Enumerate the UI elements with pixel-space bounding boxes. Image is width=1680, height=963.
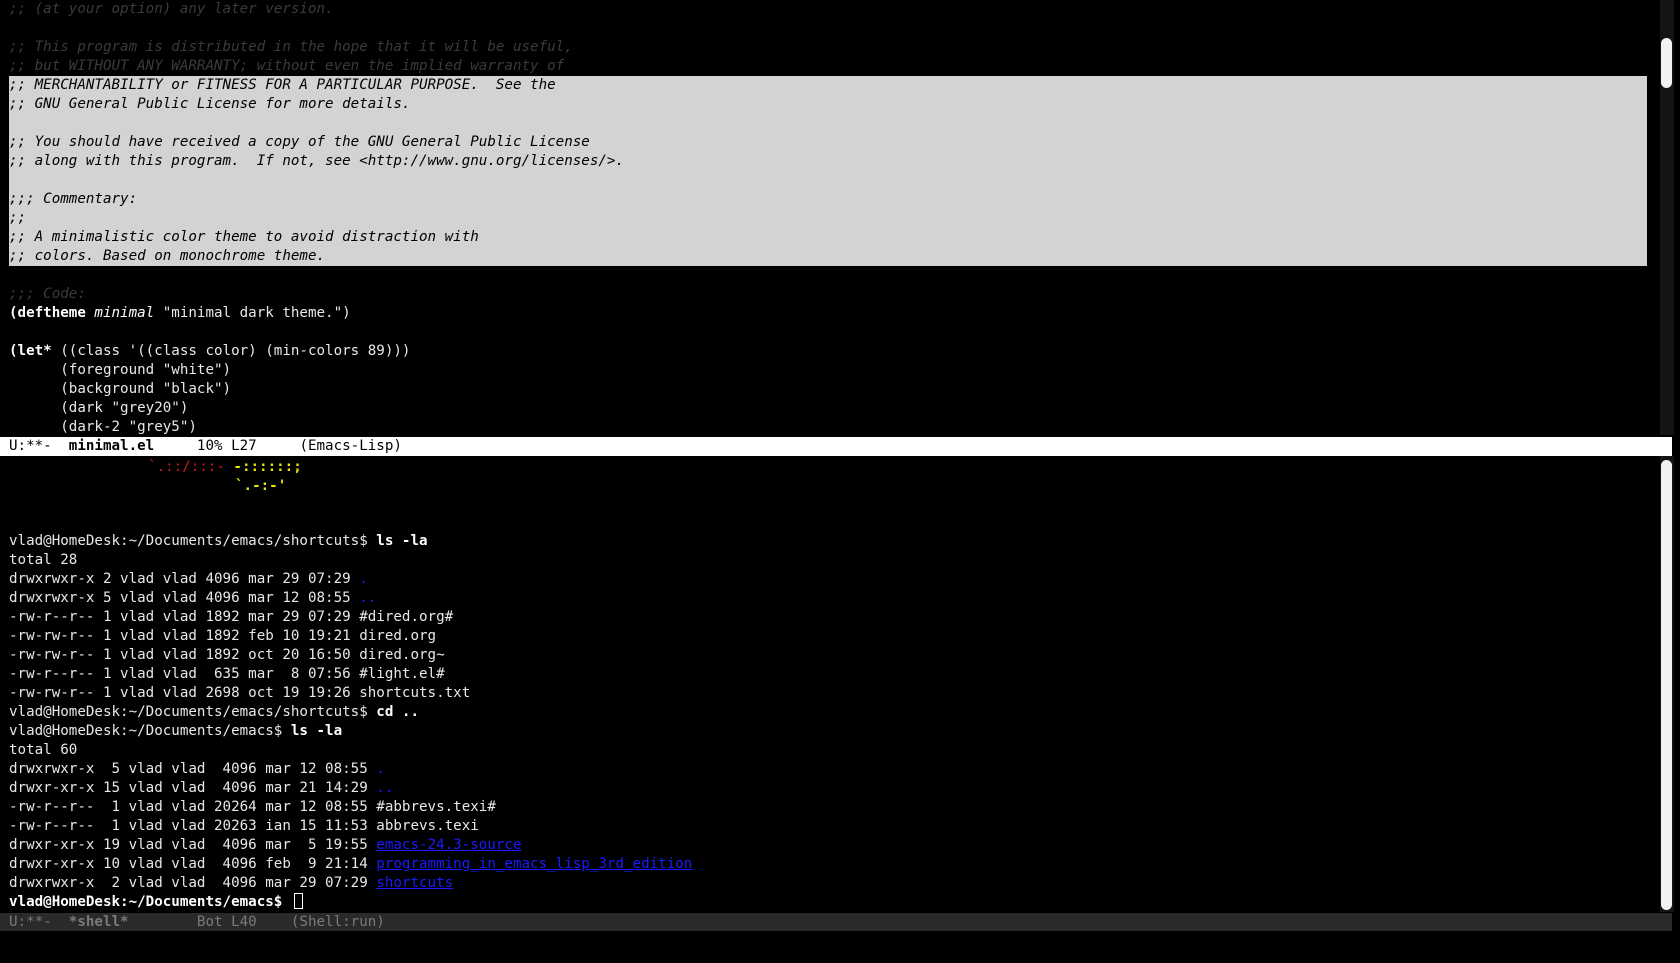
modeline-state: U:**-	[9, 438, 69, 454]
ascii-art-yellow: -::::::;	[233, 459, 302, 475]
listing-row: drwxr-xr-x 15 vlad vlad 4096 mar 21 14:2…	[9, 779, 393, 798]
prompt-command: ls -la	[376, 533, 428, 549]
deftheme-line: (deftheme minimal "minimal dark theme.")	[9, 304, 351, 323]
prompt-path: vlad@HomeDesk:~/Documents/emacs/shortcut…	[9, 704, 377, 720]
listing-row: -rw-r--r-- 1 vlad vlad 1892 mar 29 07:29…	[9, 608, 453, 627]
modeline-buffer-name[interactable]: minimal.el	[69, 438, 154, 454]
file-metadata: drwxrwxr-x 5 vlad vlad 4096 mar 12 08:55	[9, 590, 360, 606]
let-binding: (foreground "white")	[9, 362, 232, 378]
file-name[interactable]: shortcuts.txt	[359, 685, 470, 701]
file-name[interactable]: abbrevs.texi	[376, 818, 479, 834]
listing-row: -rw-rw-r-- 1 vlad vlad 2698 oct 19 19:26…	[9, 684, 470, 703]
modeline-state: U:**-	[9, 914, 69, 930]
selected-line: ;; GNU General Public License for more d…	[9, 96, 411, 112]
file-metadata: drwxr-xr-x 15 vlad vlad 4096 mar 21 14:2…	[9, 780, 377, 796]
directory-name[interactable]: shortcuts	[376, 875, 453, 891]
file-metadata: drwxrwxr-x 5 vlad vlad 4096 mar 12 08:55	[9, 761, 377, 777]
comment-line: ;; (at your option) any later version.	[9, 1, 334, 17]
file-name[interactable]: #abbrevs.texi#	[376, 799, 496, 815]
listing-row: -rw-r--r-- 1 vlad vlad 20264 mar 12 08:5…	[9, 798, 496, 817]
listing-row: -rw-r--r-- 1 vlad vlad 20263 ian 15 11:5…	[9, 817, 479, 836]
modeline-major-mode[interactable]: (Emacs-Lisp)	[299, 438, 402, 454]
modeline-buffer-name[interactable]: *shell*	[69, 914, 129, 930]
ascii-art-red: `.::/:::-	[148, 459, 225, 475]
file-name[interactable]: dired.org~	[359, 647, 444, 663]
frame-edge	[1674, 0, 1680, 963]
text-cursor	[293, 893, 303, 909]
prompt-path: vlad@HomeDesk:~/Documents/emacs$	[9, 894, 291, 910]
file-metadata: -rw-r--r-- 1 vlad vlad 1892 mar 29 07:29	[9, 609, 360, 625]
total-line: total 60	[9, 742, 78, 758]
listing-row: drwxrwxr-x 2 vlad vlad 4096 mar 29 07:29…	[9, 570, 368, 589]
file-name[interactable]: #light.el#	[359, 666, 444, 682]
prompt-command: ls -la	[290, 723, 343, 739]
file-metadata: drwxr-xr-x 10 vlad vlad 4096 feb 9 21:14	[9, 856, 377, 872]
file-metadata: drwxrwxr-x 2 vlad vlad 4096 mar 29 07:29	[9, 571, 360, 587]
shell-prompt: vlad@HomeDesk:~/Documents/emacs/shortcut…	[9, 703, 419, 722]
selected-line: ;; along with this program. If not, see …	[9, 153, 624, 169]
shell-input-line[interactable]: vlad@HomeDesk:~/Documents/emacs$	[9, 893, 303, 912]
directory-name[interactable]: ..	[376, 780, 393, 796]
file-metadata: -rw-rw-r-- 1 vlad vlad 1892 oct 20 16:50	[9, 647, 360, 663]
listing-row: drwxr-xr-x 19 vlad vlad 4096 mar 5 19:55…	[9, 836, 522, 855]
theme-name: minimal	[94, 305, 155, 321]
file-metadata: -rw-rw-r-- 1 vlad vlad 1892 feb 10 19:21	[9, 628, 360, 644]
listing-row: -rw-r--r-- 1 vlad vlad 635 mar 8 07:56 #…	[9, 665, 445, 684]
comment-line: ;; but WITHOUT ANY WARRANTY; without eve…	[9, 58, 565, 74]
total-line: total 28	[9, 552, 78, 568]
directory-name[interactable]: emacs-24.3-source	[376, 837, 521, 853]
file-metadata: -rw-r--r-- 1 vlad vlad 20263 ian 15 11:5…	[9, 818, 377, 834]
listing-row: -rw-rw-r-- 1 vlad vlad 1892 oct 20 16:50…	[9, 646, 445, 665]
code-comment: ;;; Code:	[9, 286, 86, 302]
prompt-path: vlad@HomeDesk:~/Documents/emacs/shortcut…	[9, 533, 377, 549]
shell-prompt: vlad@HomeDesk:~/Documents/emacs$ ls -la	[9, 722, 342, 741]
comment-line: ;; This program is distributed in the ho…	[9, 39, 573, 55]
let-line: (let* ((class '((class color) (min-color…	[9, 342, 410, 361]
directory-name[interactable]: programming_in_emacs_lisp_3rd_edition	[376, 856, 692, 872]
modeline-position: Bot L40	[128, 914, 291, 930]
directory-name[interactable]: .	[359, 571, 368, 587]
directory-name[interactable]: ..	[359, 590, 376, 606]
selected-line: ;; A minimalistic color theme to avoid d…	[9, 229, 479, 245]
let-binding: (dark-2 "grey5")	[9, 419, 197, 435]
file-name[interactable]: dired.org	[359, 628, 436, 644]
selected-line: ;;	[9, 210, 27, 226]
listing-row: drwxrwxr-x 5 vlad vlad 4096 mar 12 08:55…	[9, 760, 385, 779]
deftheme-keyword: (deftheme	[9, 305, 86, 321]
shell-prompt: vlad@HomeDesk:~/Documents/emacs/shortcut…	[9, 532, 428, 551]
editor-modeline[interactable]: U:**- minimal.el 10% L27 (Emacs-Lisp)	[0, 437, 1672, 456]
editor-scrollbar-thumb[interactable]	[1661, 38, 1672, 88]
let-binding: (dark "grey20")	[9, 400, 189, 416]
file-metadata: -rw-rw-r-- 1 vlad vlad 2698 oct 19 19:26	[9, 685, 360, 701]
let-rest: ((class '((class color) (min-colors 89))…	[51, 343, 411, 359]
listing-row: -rw-rw-r-- 1 vlad vlad 1892 feb 10 19:21…	[9, 627, 436, 646]
let-binding: (background "black")	[9, 381, 232, 397]
modeline-major-mode[interactable]: (Shell:run)	[291, 914, 385, 930]
file-name[interactable]: #dired.org#	[359, 609, 453, 625]
listing-row: drwxrwxr-x 5 vlad vlad 4096 mar 12 08:55…	[9, 589, 376, 608]
file-metadata: -rw-r--r-- 1 vlad vlad 20264 mar 12 08:5…	[9, 799, 377, 815]
directory-name[interactable]: .	[376, 761, 385, 777]
file-metadata: drwxrwxr-x 2 vlad vlad 4096 mar 29 07:29	[9, 875, 377, 891]
shell-scrollbar-thumb[interactable]	[1661, 460, 1672, 910]
let-keyword: (let*	[9, 343, 52, 359]
ascii-art-line: `.::/:::- -::::::;	[148, 458, 302, 477]
ascii-art-yellow-2: `.-:-'	[235, 478, 287, 494]
file-metadata: drwxr-xr-x 19 vlad vlad 4096 mar 5 19:55	[9, 837, 377, 853]
listing-row: drwxrwxr-x 2 vlad vlad 4096 mar 29 07:29…	[9, 874, 453, 893]
selected-line: ;; MERCHANTABILITY or FITNESS FOR A PART…	[9, 77, 556, 93]
shell-modeline[interactable]: U:**- *shell* Bot L40 (Shell:run)	[0, 913, 1672, 931]
selected-line: ;; colors. Based on monochrome theme.	[9, 248, 326, 264]
file-metadata: -rw-r--r-- 1 vlad vlad 635 mar 8 07:56	[9, 666, 360, 682]
selected-line: ;;; Commentary:	[9, 191, 138, 207]
listing-row: drwxr-xr-x 10 vlad vlad 4096 feb 9 21:14…	[9, 855, 692, 874]
prompt-path: vlad@HomeDesk:~/Documents/emacs$	[9, 723, 291, 739]
deftheme-rest: "minimal dark theme.")	[154, 305, 351, 321]
modeline-position: 10% L27	[154, 438, 300, 454]
prompt-command: cd ..	[376, 704, 420, 720]
selected-line: ;; You should have received a copy of th…	[9, 134, 590, 150]
